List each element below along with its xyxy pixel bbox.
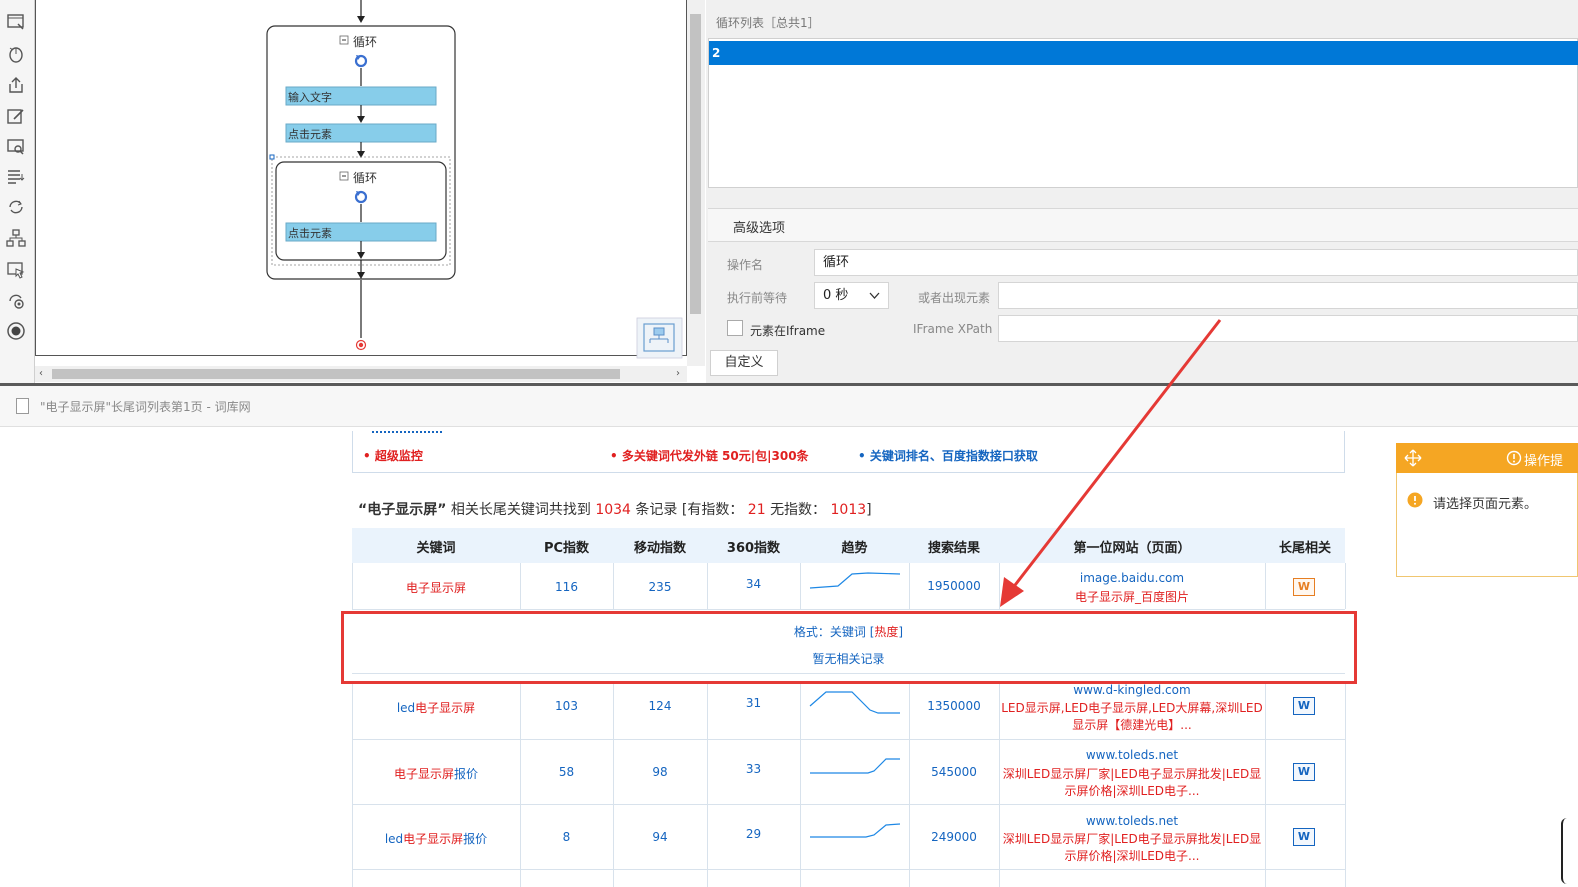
wait-before-label: 执行前等待 xyxy=(727,291,788,305)
table-row-site-title-2[interactable]: 显示屏【德建光电】... xyxy=(999,716,1265,733)
trend-sparkline xyxy=(809,572,901,589)
table-row-results: 1950000 xyxy=(927,579,981,593)
click-element-step[interactable]: 点击元素 xyxy=(288,126,332,142)
table-row-keyword[interactable]: led电子显示屏 xyxy=(352,699,520,716)
wait-before-select[interactable]: 0 秒 xyxy=(814,282,889,309)
or-element-input[interactable] xyxy=(998,282,1578,309)
warning-icon xyxy=(1407,492,1423,508)
loop-list-title: 循环列表［总共1］ xyxy=(716,16,820,30)
summary-text-2: 条记录 [有指数： xyxy=(635,502,744,518)
summary-text-1: 相关长尾关键词共找到 xyxy=(450,502,591,518)
inner-loop-label[interactable]: 循环 xyxy=(353,169,377,186)
summary-text-4: ] xyxy=(866,502,872,518)
table-row-360: 34 xyxy=(745,577,762,591)
operation-tip-body: 请选择页面元素。 xyxy=(1396,473,1578,577)
table-row-pc: 8 xyxy=(562,830,571,844)
custom-button[interactable]: 自定义 xyxy=(710,350,778,376)
promo-link-monitor[interactable]: • 超级监控 xyxy=(363,447,423,464)
table-row-pc: 58 xyxy=(558,765,575,779)
col-trend: 趋势 xyxy=(841,541,868,556)
col-search-results: 搜索结果 xyxy=(927,541,980,556)
canvas-horizontal-scroll-thumb[interactable] xyxy=(52,369,620,379)
operation-name-input[interactable]: 循环 xyxy=(814,249,1578,276)
table-row-360: 31 xyxy=(745,696,762,710)
table-row-keyword[interactable]: 电子显示屏报价 xyxy=(352,765,520,782)
table-row-site[interactable]: www.d-kingled.com xyxy=(999,683,1265,697)
result-summary: “电子显示屏” 相关长尾关键词共找到 1034 条记录 [有指数： 21 无指数… xyxy=(358,499,872,519)
table-row-site-title-2[interactable]: 示屏价格|深圳LED电子... xyxy=(999,782,1265,799)
table-row-mobile: 94 xyxy=(652,830,668,844)
tab-advanced-options[interactable]: 高级选项 xyxy=(733,217,785,236)
operation-tip-header: 操作提 xyxy=(1396,443,1578,473)
info-icon xyxy=(1506,450,1522,466)
overview-map-icon xyxy=(636,317,683,359)
input-text-step[interactable]: 输入文字 xyxy=(288,89,332,105)
table-row-360: 33 xyxy=(745,762,762,776)
table-row-360: 29 xyxy=(745,827,762,841)
summary-text-3: 无指数： xyxy=(770,502,827,518)
in-iframe-checkbox[interactable] xyxy=(727,320,743,336)
table-row-keyword[interactable]: led电子显示屏报价 xyxy=(352,830,520,847)
table-row-results: 249000 xyxy=(931,830,977,844)
table-row-keyword[interactable]: 电子显示屏 xyxy=(352,579,520,596)
col-mobile-index: 移动指数 xyxy=(633,541,686,556)
table-row-site-title[interactable]: 深圳LED显示屏厂家|LED电子显示屏批发|LED显 xyxy=(999,765,1265,782)
col-longtail: 长尾相关 xyxy=(1278,541,1331,556)
word-icon[interactable]: W xyxy=(1293,578,1315,596)
loop-list-selected-item[interactable]: 2 xyxy=(709,41,1578,65)
table-row-mobile: 235 xyxy=(648,580,672,594)
in-iframe-label: 元素在Iframe xyxy=(750,324,826,338)
word-icon[interactable]: W xyxy=(1293,697,1315,715)
highlight-annotation-box xyxy=(341,611,1357,684)
cropped-link-top xyxy=(372,428,442,434)
table-row-site-title[interactable]: 深圳LED显示屏厂家|LED电子显示屏批发|LED显 xyxy=(999,830,1265,847)
table-row-results: 1350000 xyxy=(927,699,981,713)
table-row-pc: 116 xyxy=(555,580,578,594)
canvas-vertical-scroll-thumb[interactable] xyxy=(690,14,701,314)
chevron-down-icon xyxy=(869,292,880,299)
inner-click-element-step[interactable]: 点击元素 xyxy=(288,225,332,241)
word-icon[interactable]: W xyxy=(1293,763,1315,781)
col-pc-index: PC指数 xyxy=(543,541,590,556)
iframe-xpath-label: IFrame XPath xyxy=(913,322,993,336)
table-row-mobile: 124 xyxy=(648,699,672,713)
table-row-site[interactable]: www.toleds.net xyxy=(999,748,1265,762)
word-icon[interactable]: W xyxy=(1293,828,1315,846)
table-row-site-title-2[interactable]: 示屏价格|深圳LED电子... xyxy=(999,847,1265,864)
scroll-right-icon[interactable]: › xyxy=(676,368,680,379)
summary-without-index: 1013 xyxy=(830,502,867,518)
trend-sparkline xyxy=(810,823,901,838)
browser-page-title: "电子显示屏"长尾词列表第1页 - 词库网 xyxy=(40,400,251,414)
tip-title: 操作提 xyxy=(1524,454,1564,469)
trend-sparkline xyxy=(809,691,900,714)
summary-with-index: 21 xyxy=(747,502,766,518)
col-360-index: 360指数 xyxy=(726,541,781,556)
summary-total: 1034 xyxy=(595,502,631,518)
operation-name-label: 操作名 xyxy=(727,258,764,272)
page-edge-scroll-indicator xyxy=(1561,818,1571,884)
annotation-arrow xyxy=(1000,319,1222,607)
tip-message: 请选择页面元素。 xyxy=(1433,497,1538,512)
table-row-site-title[interactable]: LED显示屏,LED电子显示屏,LED大屏幕,深圳LED xyxy=(999,699,1265,716)
table-row-mobile: 98 xyxy=(652,765,668,779)
page-document-icon xyxy=(16,398,29,414)
or-element-label: 或者出现元素 xyxy=(918,291,991,305)
table-row-site[interactable]: www.toleds.net xyxy=(999,814,1265,828)
scroll-left-icon[interactable]: ‹ xyxy=(39,368,43,379)
col-keyword: 关键词 xyxy=(416,541,456,556)
advanced-options-tab-bar xyxy=(708,208,1578,242)
promo-link-backlinks[interactable]: • 多关键词代发外链 50元|包|300条 xyxy=(610,447,809,464)
wait-before-value: 0 秒 xyxy=(823,288,849,303)
move-icon[interactable] xyxy=(1404,449,1422,467)
table-row-results: 545000 xyxy=(931,765,977,779)
summary-keyword: “电子显示屏” xyxy=(358,502,447,518)
table-row-pc: 103 xyxy=(555,699,578,713)
outer-loop-label[interactable]: 循环 xyxy=(353,33,377,50)
trend-sparkline xyxy=(810,758,900,774)
